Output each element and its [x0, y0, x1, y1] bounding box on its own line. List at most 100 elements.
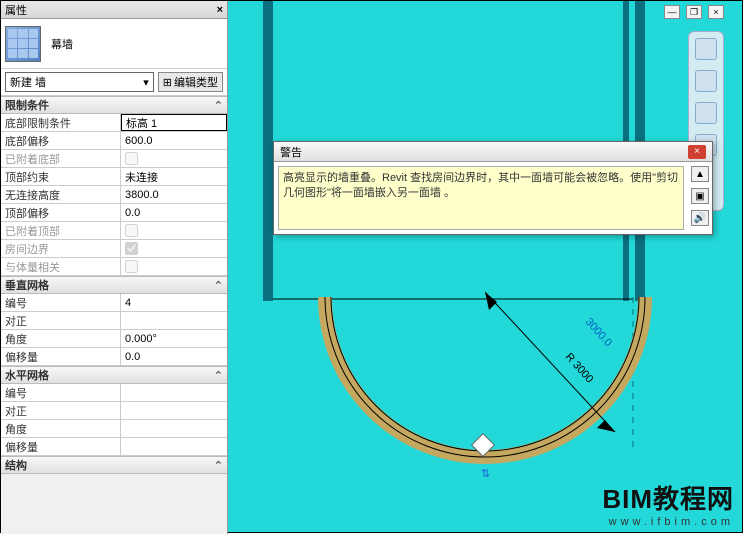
panel-header: 属性 × [1, 1, 227, 19]
watermark: BIM教程网 www.ifbim.com [602, 479, 734, 528]
property-row: 无连接高度3800.0 [1, 186, 227, 204]
warning-text: 高亮显示的墙重叠。Revit 查找房间边界时，其中一面墙可能会被忽略。使用"剪切… [278, 166, 684, 230]
type-selector-value: 新建 墙 [10, 74, 46, 90]
property-key: 角度 [1, 420, 121, 437]
restore-icon[interactable]: ❐ [686, 5, 702, 19]
properties-panel: 属性 × 幕墙 新建 墙 ▾ ⊞编辑类型 限制条件 ⌃ 底部限制条件标高 1底部偏移… [1, 1, 228, 534]
nav-zoom-icon[interactable] [695, 102, 717, 124]
property-row: 对正 [1, 402, 227, 420]
flip-arrows-icon[interactable]: ⇅ [481, 468, 490, 480]
edit-type-label: 编辑类型 [174, 74, 218, 90]
property-key: 角度 [1, 330, 121, 347]
property-key: 偏移量 [1, 438, 121, 455]
watermark-url: www.ifbim.com [602, 516, 734, 528]
group-name: 限制条件 [5, 97, 49, 113]
property-key: 编号 [1, 384, 121, 401]
property-key: 编号 [1, 294, 121, 311]
property-value[interactable]: 0.0 [121, 348, 227, 365]
property-row: 角度0.000° [1, 330, 227, 348]
property-row: 已附着顶部 [1, 222, 227, 240]
watermark-title: BIM教程网 [602, 479, 734, 516]
property-row: 偏移量0.0 [1, 348, 227, 366]
nav-pan-icon[interactable] [695, 70, 717, 92]
type-selector[interactable]: 新建 墙 ▾ [5, 72, 154, 92]
warning-nav-up-icon[interactable]: ▲ [691, 166, 709, 182]
property-value[interactable]: 标高 1 [121, 114, 227, 131]
property-value[interactable]: 未连接 [121, 168, 227, 185]
radius-dim: 3000.0 [583, 316, 614, 349]
group-name: 结构 [5, 457, 27, 473]
group-name: 垂直网格 [5, 277, 49, 293]
property-key: 与体量相关 [1, 258, 121, 275]
warning-close-icon[interactable]: × [688, 145, 706, 159]
property-row: 与体量相关 [1, 258, 227, 276]
warning-titlebar[interactable]: 警告 × [274, 142, 712, 162]
minimize-icon[interactable]: — [664, 5, 680, 19]
close-icon[interactable]: × [708, 5, 724, 19]
group-header[interactable]: 限制条件 ⌃ [1, 96, 227, 114]
property-value[interactable] [121, 150, 227, 167]
group-header[interactable]: 结构 ⌃ [1, 456, 227, 474]
collapse-icon[interactable]: ⌃ [214, 99, 223, 112]
arc-wall: R 3000 3000.0 ⇅ [275, 262, 695, 502]
property-value[interactable]: 0.0 [121, 204, 227, 221]
warning-sound-icon[interactable]: 🔊 [691, 210, 709, 226]
property-row: 角度 [1, 420, 227, 438]
property-value[interactable] [121, 222, 227, 239]
nav-wheel-icon[interactable] [695, 38, 717, 60]
property-key: 顶部约束 [1, 168, 121, 185]
group-header[interactable]: 垂直网格 ⌃ [1, 276, 227, 294]
property-value[interactable] [121, 438, 227, 455]
collapse-icon[interactable]: ⌃ [214, 369, 223, 382]
property-row: 底部偏移600.0 [1, 132, 227, 150]
property-key: 底部偏移 [1, 132, 121, 149]
property-row: 偏移量 [1, 438, 227, 456]
panel-title: 属性 [5, 2, 27, 18]
property-value[interactable] [121, 402, 227, 419]
property-value[interactable] [121, 258, 227, 275]
property-value[interactable]: 0.000° [121, 330, 227, 347]
curtain-wall-icon [5, 26, 41, 62]
drawing-viewport[interactable]: — ❐ × R 3000 3000.0 ⇅ 警告 × 高亮显示的墙重叠。Revi [228, 1, 742, 532]
property-key: 偏移量 [1, 348, 121, 365]
checkbox [125, 152, 138, 165]
property-row: 底部限制条件标高 1 [1, 114, 227, 132]
radius-label: R 3000 [563, 351, 596, 385]
edit-type-button[interactable]: ⊞编辑类型 [158, 72, 223, 92]
property-key: 已附着顶部 [1, 222, 121, 239]
type-preview[interactable]: 幕墙 [1, 19, 227, 69]
property-key: 对正 [1, 312, 121, 329]
property-row: 编号 [1, 384, 227, 402]
property-row: 顶部约束未连接 [1, 168, 227, 186]
warning-dialog: 警告 × 高亮显示的墙重叠。Revit 查找房间边界时，其中一面墙可能会被忽略。… [273, 141, 713, 235]
property-row: 对正 [1, 312, 227, 330]
property-key: 底部限制条件 [1, 114, 121, 131]
property-value[interactable]: 4 [121, 294, 227, 311]
checkbox [125, 224, 138, 237]
group-name: 水平网格 [5, 367, 49, 383]
property-row: 编号4 [1, 294, 227, 312]
group-header[interactable]: 水平网格 ⌃ [1, 366, 227, 384]
chevron-down-icon: ▾ [143, 76, 149, 89]
checkbox [125, 242, 138, 255]
warning-expand-icon[interactable]: ▣ [691, 188, 709, 204]
collapse-icon[interactable]: ⌃ [214, 459, 223, 472]
property-value[interactable]: 600.0 [121, 132, 227, 149]
type-selector-row: 新建 墙 ▾ ⊞编辑类型 [1, 69, 227, 96]
window-controls: — ❐ × [664, 5, 724, 19]
property-row: 房间边界 [1, 240, 227, 258]
checkbox [125, 260, 138, 273]
property-key: 无连接高度 [1, 186, 121, 203]
property-key: 房间边界 [1, 240, 121, 257]
collapse-icon[interactable]: ⌃ [214, 279, 223, 292]
property-key: 已附着底部 [1, 150, 121, 167]
property-value[interactable] [121, 312, 227, 329]
property-value[interactable] [121, 240, 227, 257]
type-label: 幕墙 [51, 36, 73, 52]
property-value[interactable]: 3800.0 [121, 186, 227, 203]
property-value[interactable] [121, 420, 227, 437]
property-value[interactable] [121, 384, 227, 401]
panel-close-icon[interactable]: × [217, 4, 223, 16]
property-row: 顶部偏移0.0 [1, 204, 227, 222]
warning-title-text: 警告 [280, 144, 302, 160]
